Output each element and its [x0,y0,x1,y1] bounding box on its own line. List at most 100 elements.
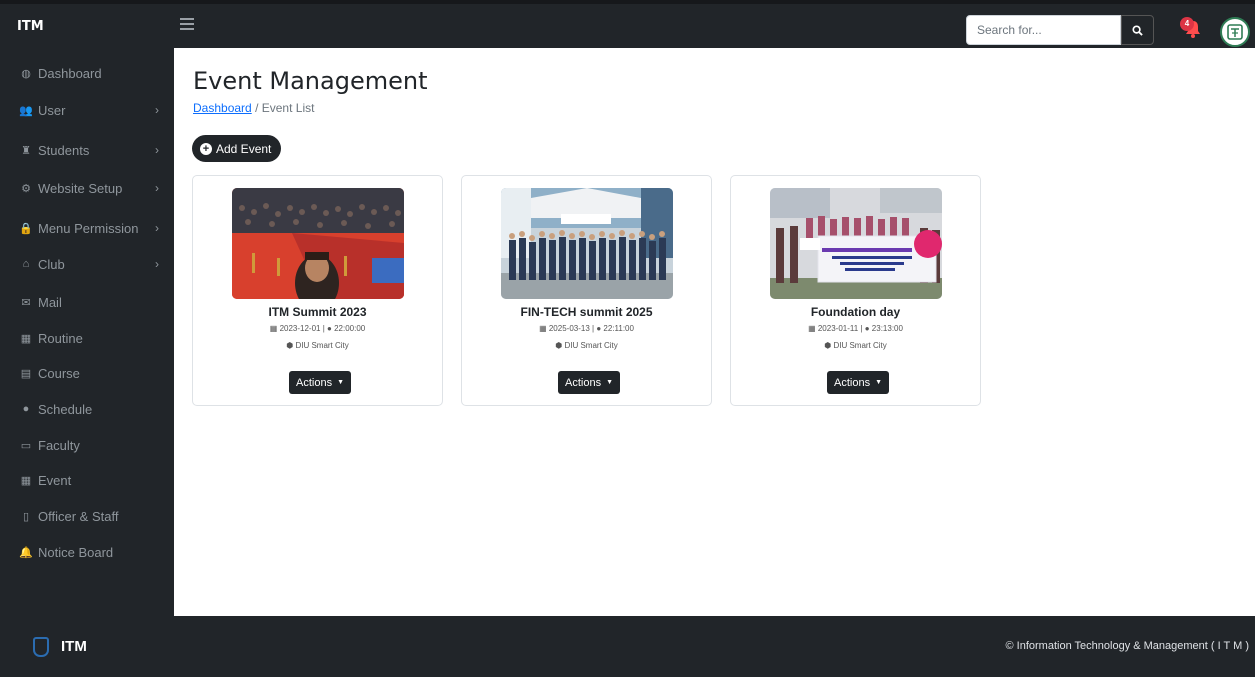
breadcrumb-separator: / [255,101,259,115]
event-card: FIN-TECH summit 2025 ▦ 2025-03-13 | ● 22… [461,175,712,406]
map-marker-icon: ⬢ [286,341,294,350]
calendar-icon: ▦ [269,324,278,333]
lock-icon: 🔒 [19,222,33,235]
event-datetime: ▦ 2023-01-11 | ● 23:13:00 [808,324,903,333]
event-time: 23:13:00 [871,324,903,333]
event-time: 22:00:00 [334,324,366,333]
plus-circle-icon: + [200,142,212,155]
sidebar-item-label: Dashboard [38,65,102,81]
sidebar-item-schedule[interactable]: ● Schedule [0,391,174,427]
clock-icon: ● [327,324,332,333]
faculty-icon: ▭ [20,439,32,452]
clock-icon: ● [596,324,602,333]
actions-label: Actions [834,376,871,389]
breadcrumb: Dashboard / Event List [193,101,314,115]
calendar-icon: ▦ [20,332,32,345]
search-icon [1132,24,1143,36]
breadcrumb-dashboard-link[interactable]: Dashboard [193,101,252,115]
event-actions-dropdown[interactable]: Actions ▼ [558,371,621,394]
main-content: Event Management Dashboard / Event List … [174,48,1255,616]
home-icon: ⌂ [22,258,30,270]
sidebar-item-notice-board[interactable]: 🔔 Notice Board [0,534,174,570]
add-event-button[interactable]: + Add Event [192,135,282,162]
sidebar-item-user[interactable]: 👥 User › [0,92,174,128]
sidebar-item-mail[interactable]: ✉ Mail [0,284,174,320]
calendar-icon: ▦ [539,324,547,333]
caret-down-icon: ▼ [875,379,883,386]
course-icon: ▤ [20,367,32,380]
sidebar-item-officer-staff[interactable]: ▯ Officer & Staff [0,498,174,534]
event-title: Foundation day [810,305,901,319]
clock-icon: ● [864,324,870,333]
chevron-right-icon: › [155,221,159,235]
event-date: 2023-01-11 [817,324,859,333]
event-title: FIN-TECH summit 2025 [520,305,653,319]
itm-shield-logo-icon [33,637,49,657]
sidebar-item-label: Mail [38,294,62,310]
search-button[interactable] [1121,15,1154,45]
event-location-text: DIU Smart City [564,341,618,350]
user-icon: 👥 [19,104,33,117]
bell-icon: 🔔 [19,546,33,559]
sidebar: ◍ Dashboard 👥 User › ♜ Students › ⚙ Website Setup… [0,48,174,616]
event-icon: ▦ [20,474,32,487]
user-avatar[interactable] [1220,17,1250,47]
event-actions-dropdown[interactable]: Actions ▼ [289,371,352,394]
event-title: ITM Summit 2023 [268,305,367,319]
sidebar-item-students[interactable]: ♜ Students › [0,132,174,168]
chevron-right-icon: › [155,257,159,271]
event-image[interactable] [770,188,942,299]
itm-logo-icon [1227,24,1243,40]
event-location: ⬢ DIU Smart City [193,341,442,350]
sidebar-item-club[interactable]: ⌂ Club › [0,246,174,282]
event-location-text: DIU Smart City [295,341,349,350]
footer-copyright: © Information Technology & Management ( … [1005,640,1250,652]
event-date: 2025-03-13 [548,324,590,333]
students-icon: ♜ [21,144,31,157]
map-marker-icon: ⬢ [555,341,563,350]
sidebar-item-label: Students [38,142,90,158]
sidebar-item-label: Faculty [38,437,80,453]
event-datetime: ▦ 2025-03-13 | ● 22:11:00 [539,324,634,333]
event-date: 2023-12-01 [279,324,321,333]
app-brand[interactable]: ITM [17,19,44,34]
cogs-icon: ⚙ [21,182,31,195]
chevron-right-icon: › [155,103,159,117]
event-card: ITM Summit 2023 ▦ 2023-12-01 | ● 22:00:0… [192,175,443,406]
sidebar-item-label: Website Setup [38,180,123,196]
mail-icon: ✉ [21,296,31,309]
add-event-label: Add Event [216,141,272,156]
sidebar-item-course[interactable]: ▤ Course [0,355,174,391]
sidebar-item-label: Schedule [38,401,93,417]
sidebar-item-event[interactable]: ▦ Event [0,462,174,498]
sidebar-item-faculty[interactable]: ▭ Faculty [0,427,174,463]
sidebar-item-label: User [38,102,66,118]
staff-icon: ▯ [22,510,30,523]
sidebar-item-label: Event [38,472,72,488]
event-image[interactable] [232,188,404,299]
sidebar-item-label: Notice Board [38,544,114,560]
sidebar-item-routine[interactable]: ▦ Routine [0,320,174,356]
event-card: Foundation day ▦ 2023-01-11 | ● 23:13:00… [730,175,981,406]
search-form [966,15,1154,45]
notification-count-badge: 4 [1180,17,1194,31]
calendar-icon: ▦ [808,324,816,333]
top-navbar: ITM 4 [0,0,1255,48]
sidebar-toggle-icon[interactable] [180,18,194,32]
footer: ITM © Information Technology & Managemen… [0,616,1255,677]
event-location: ⬢ DIU Smart City [731,341,980,350]
search-input[interactable] [966,15,1121,45]
clock-icon: ● [22,403,30,415]
event-location-text: DIU Smart City [833,341,887,350]
sidebar-item-label: Officer & Staff [38,508,119,524]
actions-label: Actions [565,376,602,389]
sidebar-item-dashboard[interactable]: ◍ Dashboard [0,55,174,91]
event-datetime: ▦ 2023-12-01 | ● 22:00:00 [269,324,366,333]
sidebar-item-menu-permission[interactable]: 🔒 Menu Permission › [0,210,174,246]
map-marker-icon: ⬢ [824,341,832,350]
sidebar-item-label: Menu Permission [38,220,139,236]
sidebar-item-website-setup[interactable]: ⚙ Website Setup › [0,170,174,206]
event-actions-dropdown[interactable]: Actions ▼ [827,371,890,394]
event-image[interactable] [501,188,673,299]
sidebar-item-label: Club [38,256,65,272]
